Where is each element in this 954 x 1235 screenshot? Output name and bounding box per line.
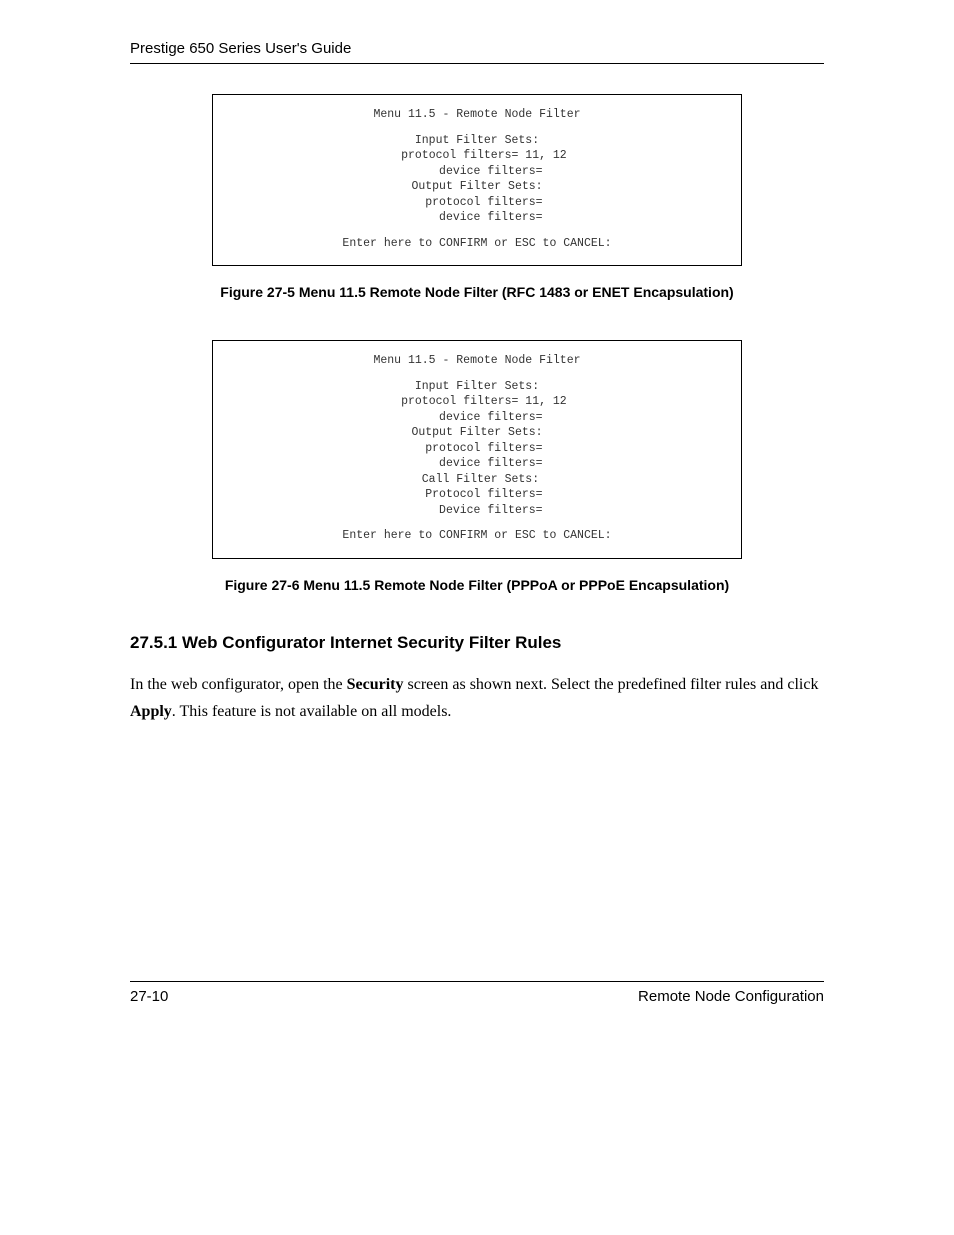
- section-heading: 27.5.1 Web Configurator Internet Securit…: [130, 633, 824, 653]
- terminal-box-1: Menu 11.5 - Remote Node Filter Input Fil…: [212, 94, 742, 266]
- p-bold-apply: Apply: [130, 703, 172, 720]
- terminal-2-title: Menu 11.5 - Remote Node Filter: [233, 353, 721, 369]
- terminal-1-title: Menu 11.5 - Remote Node Filter: [233, 107, 721, 123]
- terminal-1-body: Input Filter Sets: protocol filters= 11,…: [233, 133, 721, 226]
- terminal-2-confirm: Enter here to CONFIRM or ESC to CANCEL:: [233, 528, 721, 544]
- page-header: Prestige 650 Series User's Guide: [130, 40, 824, 64]
- figure-caption-1: Figure 27-5 Menu 11.5 Remote Node Filter…: [130, 284, 824, 300]
- p-bold-security: Security: [347, 676, 404, 693]
- terminal-2-body: Input Filter Sets: protocol filters= 11,…: [233, 379, 721, 519]
- body-paragraph: In the web configurator, open the Securi…: [130, 671, 824, 725]
- footer-label: Remote Node Configuration: [638, 988, 824, 1005]
- header-title: Prestige 650 Series User's Guide: [130, 40, 351, 57]
- page-footer: 27-10 Remote Node Configuration: [130, 981, 824, 1005]
- terminal-box-2: Menu 11.5 - Remote Node Filter Input Fil…: [212, 340, 742, 559]
- footer-page-number: 27-10: [130, 988, 168, 1005]
- p-text-3: . This feature is not available on all m…: [172, 703, 452, 720]
- p-text-1: In the web configurator, open the: [130, 676, 347, 693]
- p-text-2: screen as shown next. Select the predefi…: [404, 676, 819, 693]
- figure-caption-2: Figure 27-6 Menu 11.5 Remote Node Filter…: [130, 577, 824, 593]
- terminal-1-confirm: Enter here to CONFIRM or ESC to CANCEL:: [233, 236, 721, 252]
